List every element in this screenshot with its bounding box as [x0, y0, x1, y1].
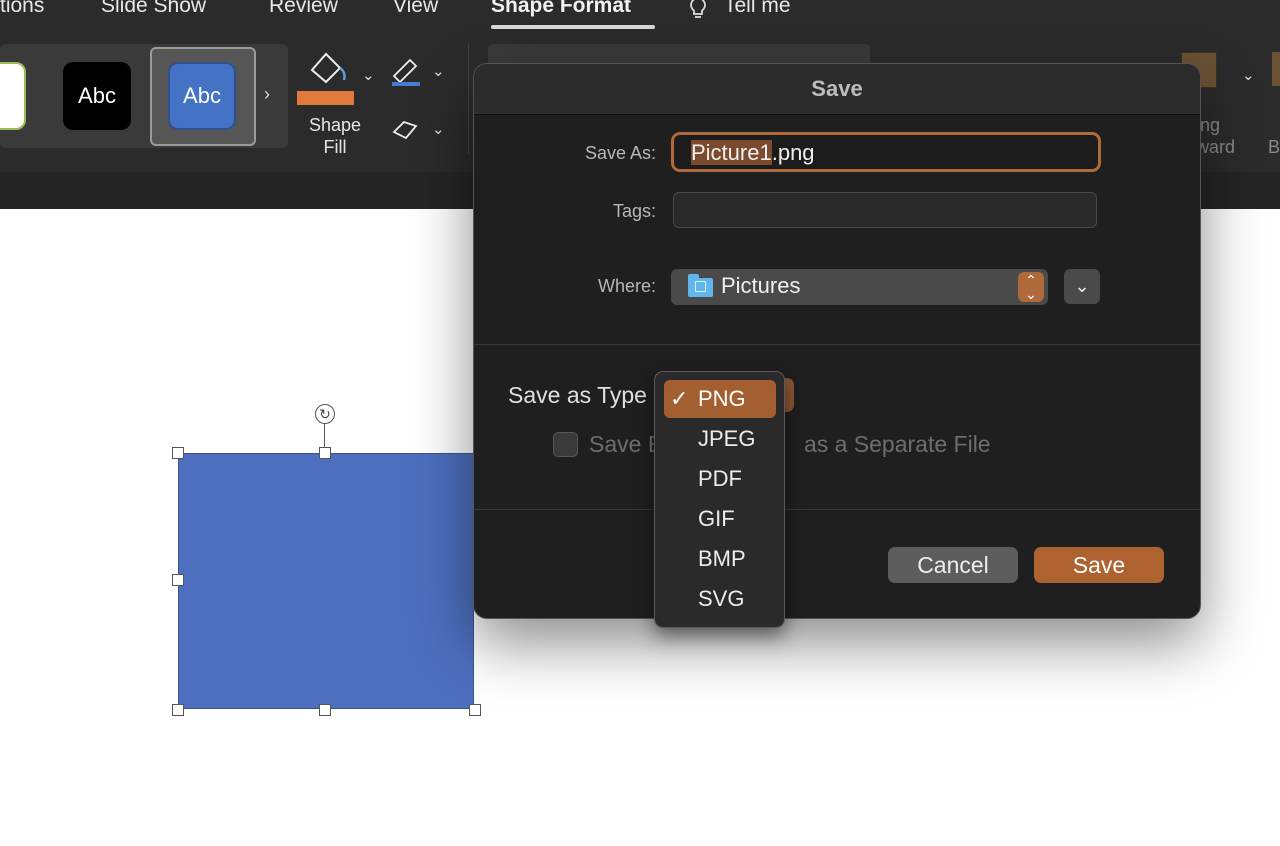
dialog-divider-bottom [474, 509, 1200, 510]
shape-fill-chevron-icon[interactable]: ⌄ [362, 66, 375, 84]
ribbon-tab-bar: tions Slide Show Review View Shape Forma… [0, 0, 1280, 42]
save-as-type-label: Save as Type [508, 382, 647, 408]
separate-file-label-right: as a Separate File [803, 431, 991, 457]
shape-effects-chevron-icon[interactable]: ⌄ [432, 120, 445, 138]
save-as-type-menu: ✓ PNG JPEG PDF GIF BMP SVG [654, 371, 785, 628]
tab-view[interactable]: View [393, 0, 438, 18]
menu-item-jpeg[interactable]: JPEG [664, 420, 776, 458]
shape-outline-chevron-icon[interactable]: ⌄ [432, 62, 445, 80]
send-backward-label[interactable]: B [1268, 136, 1280, 158]
bring-forward-chevron-icon[interactable]: ⌄ [1242, 66, 1255, 84]
rotate-icon[interactable]: ↻ [315, 404, 335, 424]
menu-item-gif[interactable]: GIF [664, 500, 776, 538]
shape-fill-color-bar [297, 91, 354, 105]
save-dialog: Save Save As: Picture1.png Tags: Where: … [473, 63, 1201, 619]
tab-shape-format[interactable]: Shape Format [491, 0, 631, 18]
menu-item-label: GIF [698, 506, 735, 531]
where-value: Pictures [721, 273, 801, 298]
checkmark-icon: ✓ [670, 386, 689, 411]
menu-item-label: PNG [698, 386, 746, 411]
tab-review[interactable]: Review [269, 0, 338, 18]
shape-style-white[interactable]: c [0, 62, 26, 130]
ribbon-divider [468, 44, 469, 154]
gallery-more-icon[interactable]: › [264, 84, 270, 105]
shape-outline-icon[interactable] [390, 56, 422, 93]
dialog-title: Save [811, 76, 863, 101]
save-separate-file-checkbox[interactable] [553, 432, 578, 457]
up-down-chevron-icon: ⌃ ⌄ [1018, 272, 1044, 302]
resize-handle-bottom-left[interactable] [172, 704, 184, 716]
menu-item-label: BMP [698, 546, 746, 571]
menu-item-svg[interactable]: SVG [664, 580, 776, 618]
tab-tell-me[interactable]: Tell me [724, 0, 791, 18]
selected-rectangle-shape[interactable] [178, 453, 474, 709]
resize-handle-bottom[interactable] [319, 704, 331, 716]
tags-input[interactable] [673, 192, 1097, 228]
expand-dialog-chevron-icon[interactable]: ⌄ [1064, 269, 1100, 304]
shape-fill-label-line2: Fill [323, 137, 347, 157]
where-label: Where: [597, 276, 656, 296]
separate-file-label-left: Save E [589, 431, 664, 457]
tags-label: Tags: [612, 201, 656, 221]
folder-glyph [695, 281, 706, 292]
cancel-button[interactable]: Cancel [888, 547, 1018, 583]
tab-animations[interactable]: tions [0, 0, 44, 18]
active-tab-indicator [491, 25, 655, 29]
save-separate-file-label: Save E as a Separate File [589, 431, 991, 458]
dialog-titlebar: Save [474, 64, 1200, 115]
where-location-popup[interactable]: Pictures ⌃ ⌄ [671, 269, 1048, 305]
menu-item-label: PDF [698, 466, 742, 491]
shape-fill-label-line1: Shape [308, 115, 362, 135]
resize-handle-top[interactable] [319, 447, 331, 459]
folder-icon [688, 274, 713, 297]
shape-style-blue[interactable]: Abc [168, 62, 236, 130]
save-as-label: Save As: [584, 143, 656, 163]
paint-bucket-icon[interactable] [304, 48, 350, 95]
tab-slide-show[interactable]: Slide Show [101, 0, 206, 18]
filename-extension: .png [771, 140, 815, 165]
shape-effects-icon[interactable] [390, 116, 422, 149]
lightbulb-icon [686, 0, 710, 28]
send-backward-icon[interactable] [1272, 52, 1280, 86]
menu-item-png[interactable]: ✓ PNG [664, 380, 776, 418]
save-as-input[interactable]: Picture1.png [671, 132, 1101, 172]
shape-fill-label[interactable]: Shape Fill [300, 114, 370, 158]
shape-style-black[interactable]: Abc [63, 62, 131, 130]
resize-handle-bottom-right[interactable] [469, 704, 481, 716]
dialog-divider [474, 344, 1200, 345]
resize-handle-top-left[interactable] [172, 447, 184, 459]
resize-handle-left[interactable] [172, 574, 184, 586]
filename-selected-text: Picture1 [691, 140, 772, 165]
save-button[interactable]: Save [1034, 547, 1164, 583]
menu-item-bmp[interactable]: BMP [664, 540, 776, 578]
menu-item-label: JPEG [698, 426, 756, 451]
menu-item-pdf[interactable]: PDF [664, 460, 776, 498]
menu-item-label: SVG [698, 586, 745, 611]
